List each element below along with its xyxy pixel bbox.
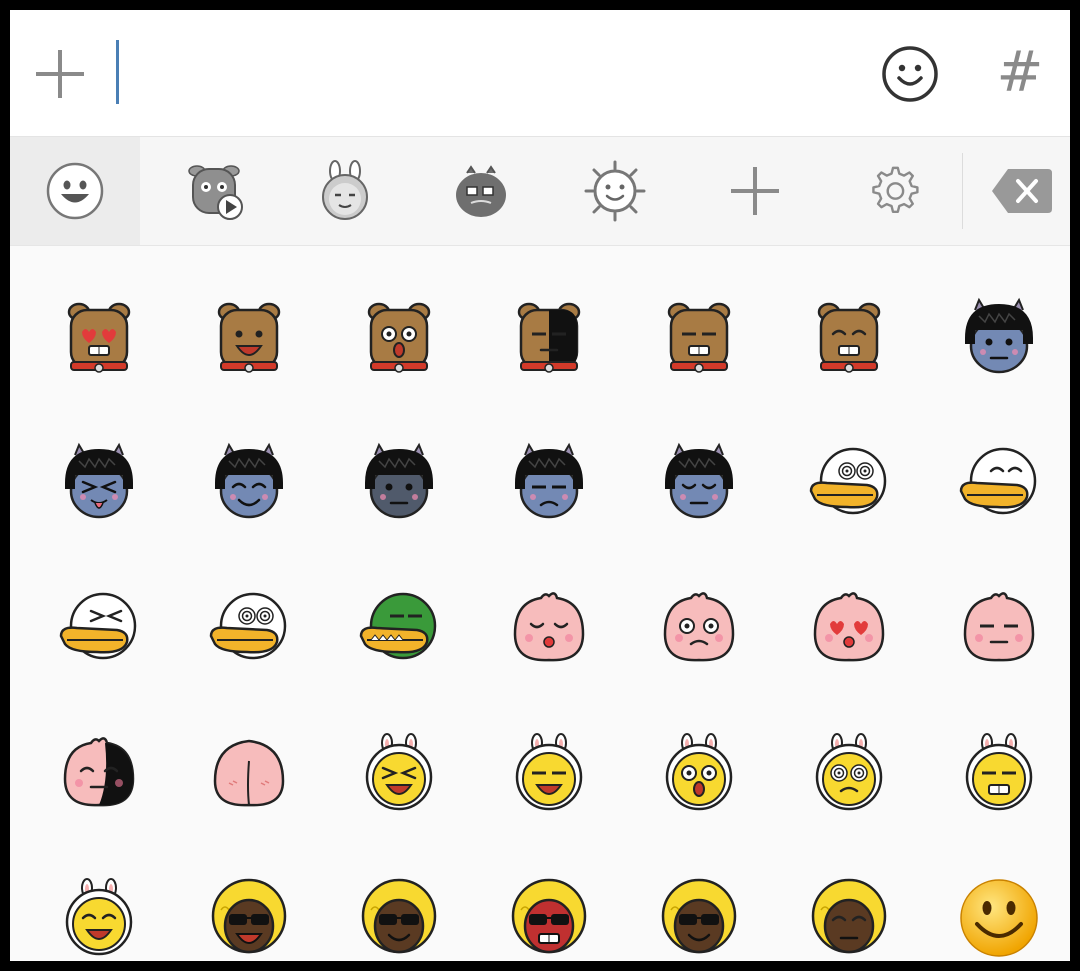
- tube-dizzy-icon: [809, 447, 887, 514]
- emoticon-tube-dizzy[interactable]: [774, 410, 924, 555]
- apeach-back-icon: [213, 739, 285, 806]
- muzi-shocked-icon: [965, 732, 1033, 810]
- emoticon-jay-g-crying[interactable]: [174, 845, 324, 961]
- gear-icon: [872, 166, 919, 214]
- text-caret: [116, 40, 119, 104]
- frodo-laughing-icon: [217, 302, 281, 373]
- jay-g-sneaky-icon: [811, 878, 887, 953]
- emoticon-apeach-sparkle[interactable]: [474, 555, 624, 700]
- frodo-surprised-icon: [367, 302, 431, 373]
- message-input[interactable]: [122, 40, 866, 106]
- emoticon-apeach-back[interactable]: [174, 700, 324, 845]
- smiley-icon: [882, 46, 938, 102]
- neo-unamused-icon: [665, 442, 733, 518]
- emoticon-apeach-drool[interactable]: [924, 555, 1070, 700]
- tab-sun-sticker[interactable]: [550, 137, 680, 245]
- emoticon-jay-g-sneaky[interactable]: [774, 845, 924, 961]
- emoticon-keyboard: #: [10, 10, 1070, 961]
- neo-tongue-icon: [65, 442, 133, 518]
- muzi-dizzy-icon: [815, 732, 883, 810]
- emoticon-frodo-laughing[interactable]: [174, 265, 324, 410]
- frodo-crying-icon: [817, 302, 881, 373]
- tab-tube-sticker[interactable]: [416, 137, 546, 245]
- emoticon-muzi-thumbs-up[interactable]: [624, 700, 774, 845]
- hashtag-button[interactable]: #: [992, 40, 1048, 106]
- emoticon-button[interactable]: [880, 44, 940, 104]
- message-input-bar: #: [10, 10, 1070, 137]
- tab-divider: [962, 153, 963, 229]
- emoticon-tube-laughing[interactable]: [24, 555, 174, 700]
- plus-icon: [36, 50, 84, 98]
- tab-add-sticker[interactable]: [690, 137, 820, 245]
- emoticon-frodo-shadow[interactable]: [474, 265, 624, 410]
- apeach-shadow-icon: [63, 736, 135, 806]
- muzi-laughing-icon: [365, 732, 433, 810]
- emoticon-neo-tongue[interactable]: [24, 410, 174, 555]
- backspace-button[interactable]: [990, 167, 1054, 215]
- emoticon-neo-unamused[interactable]: [624, 410, 774, 555]
- emoticon-neo-blank[interactable]: [924, 265, 1070, 410]
- emoticon-muzi-crying[interactable]: [24, 845, 174, 961]
- emoticon-tab-bar: [10, 137, 1070, 246]
- tab-emoji[interactable]: [10, 137, 140, 245]
- emoticon-apeach-shadow[interactable]: [24, 700, 174, 845]
- emoticon-apeach-teary[interactable]: [624, 555, 774, 700]
- emoticon-jay-g-red[interactable]: [474, 845, 624, 961]
- muzi-big-smile-icon: [515, 732, 583, 810]
- tube-laughing-icon: [59, 592, 137, 659]
- emoticon-muzi-shocked[interactable]: [924, 700, 1070, 845]
- tube-smile-icon: [959, 447, 1037, 514]
- tab-bunny-sticker[interactable]: [280, 137, 410, 245]
- attach-plus-button[interactable]: [32, 46, 88, 102]
- tube-spiral-eyes-icon: [209, 592, 287, 659]
- emoticon-frodo-heart-eyes[interactable]: [24, 265, 174, 410]
- muzi-crying-icon: [65, 877, 133, 955]
- emoticon-neo-annoyed[interactable]: [474, 410, 624, 555]
- tab-animated-sticker[interactable]: [150, 137, 280, 245]
- neo-blush-icon: [215, 442, 283, 518]
- plus-icon: [731, 167, 779, 215]
- jay-g-crying-icon: [211, 878, 287, 953]
- tube-sticker-icon: [456, 165, 506, 217]
- yellow-smiley-icon: [960, 878, 1038, 957]
- emoticon-jay-g-rock[interactable]: [624, 845, 774, 961]
- bunny-sticker-icon: [322, 160, 368, 220]
- jay-g-rock-icon: [661, 878, 737, 953]
- smiley-icon: [46, 162, 104, 220]
- emoticon-tube-smile[interactable]: [924, 410, 1070, 555]
- animated-sticker-icon: [188, 165, 243, 220]
- tube-angry-green-icon: [359, 592, 437, 659]
- apeach-drool-icon: [963, 591, 1035, 661]
- tab-settings[interactable]: [828, 137, 958, 245]
- emoticon-tube-spiral-eyes[interactable]: [174, 555, 324, 700]
- apeach-sparkle-icon: [513, 591, 585, 661]
- emoticon-tube-angry-green[interactable]: [324, 555, 474, 700]
- jay-g-cool-icon: [361, 878, 437, 953]
- frodo-heart-eyes-icon: [67, 302, 131, 373]
- apeach-teary-icon: [663, 591, 735, 661]
- emoticon-muzi-dizzy[interactable]: [774, 700, 924, 845]
- muzi-thumbs-up-icon: [665, 732, 733, 810]
- emoticon-jay-g-cool[interactable]: [324, 845, 474, 961]
- emoticon-muzi-big-smile[interactable]: [474, 700, 624, 845]
- emoticon-muzi-laughing[interactable]: [324, 700, 474, 845]
- frodo-sweat-icon: [667, 302, 731, 373]
- jay-g-red-icon: [511, 878, 587, 953]
- apeach-heart-eyes-icon: [813, 591, 885, 661]
- backspace-icon: [992, 169, 1052, 213]
- sun-sticker-icon: [584, 160, 646, 222]
- emoticon-neo-dark[interactable]: [324, 410, 474, 555]
- emoticon-apeach-heart-eyes[interactable]: [774, 555, 924, 700]
- emoticon-frodo-surprised[interactable]: [324, 265, 474, 410]
- emoticon-frodo-sweat[interactable]: [624, 265, 774, 410]
- neo-annoyed-icon: [515, 442, 583, 518]
- frodo-shadow-icon: [517, 302, 581, 373]
- emoticon-frodo-crying[interactable]: [774, 265, 924, 410]
- neo-blank-icon: [965, 297, 1033, 373]
- neo-dark-icon: [365, 442, 433, 518]
- emoticon-grid: [24, 265, 1070, 961]
- emoticon-neo-blush[interactable]: [174, 410, 324, 555]
- emoticon-yellow-smiley[interactable]: [924, 845, 1070, 961]
